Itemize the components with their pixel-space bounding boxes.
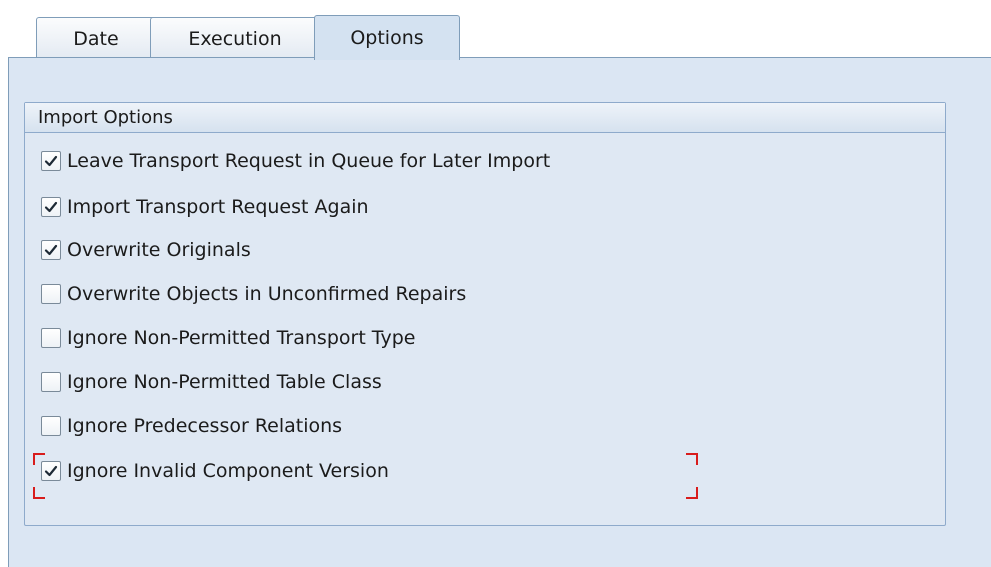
option-label: Leave Transport Request in Queue for Lat…	[67, 150, 551, 172]
tabstrip: Date Execution Options	[0, 0, 991, 60]
option-label: Ignore Predecessor Relations	[67, 415, 343, 437]
tab-panel-options: Import Options Leave Transport Request i…	[8, 57, 991, 567]
tab-date-label: Date	[73, 27, 119, 50]
option-ignore-table-class[interactable]: Ignore Non-Permitted Table Class	[41, 368, 382, 396]
checkbox[interactable]	[41, 284, 61, 304]
option-label: Overwrite Objects in Unconfirmed Repairs	[67, 283, 467, 305]
option-ignore-predecessor[interactable]: Ignore Predecessor Relations	[41, 412, 342, 440]
tab-options-label: Options	[350, 27, 424, 49]
checkbox[interactable]	[41, 416, 61, 436]
focus-marker-top-left	[33, 453, 45, 465]
tab-execution-label: Execution	[188, 27, 282, 50]
option-overwrite-unconfirmed-repairs[interactable]: Overwrite Objects in Unconfirmed Repairs	[41, 280, 466, 308]
option-label: Overwrite Originals	[67, 239, 251, 261]
checkbox[interactable]	[41, 240, 61, 260]
option-label: Import Transport Request Again	[67, 196, 369, 218]
tab-options[interactable]: Options	[314, 15, 460, 60]
option-label: Ignore Non-Permitted Transport Type	[67, 327, 416, 349]
tab-execution[interactable]: Execution	[150, 17, 320, 59]
tab-date[interactable]: Date	[36, 17, 156, 59]
option-label: Ignore Non-Permitted Table Class	[67, 371, 382, 393]
checkmark-icon	[44, 200, 58, 214]
option-ignore-invalid-component[interactable]: Ignore Invalid Component Version	[41, 457, 389, 485]
focus-marker-bottom-left	[33, 487, 45, 499]
import-options-group: Import Options Leave Transport Request i…	[24, 102, 946, 526]
focus-marker-top-right	[686, 453, 698, 465]
checkbox[interactable]	[41, 372, 61, 392]
option-import-again[interactable]: Import Transport Request Again	[41, 193, 369, 221]
option-label: Ignore Invalid Component Version	[67, 460, 389, 482]
focus-marker-bottom-right	[686, 487, 698, 499]
option-overwrite-originals[interactable]: Overwrite Originals	[41, 236, 251, 264]
checkmark-icon	[44, 464, 58, 478]
checkmark-icon	[44, 154, 58, 168]
checkbox[interactable]	[41, 328, 61, 348]
checkmark-icon	[44, 243, 58, 257]
checkbox[interactable]	[41, 151, 61, 171]
option-leave-in-queue[interactable]: Leave Transport Request in Queue for Lat…	[41, 147, 550, 175]
group-title: Import Options	[25, 103, 945, 133]
checkbox[interactable]	[41, 197, 61, 217]
option-ignore-transport-type[interactable]: Ignore Non-Permitted Transport Type	[41, 324, 415, 352]
